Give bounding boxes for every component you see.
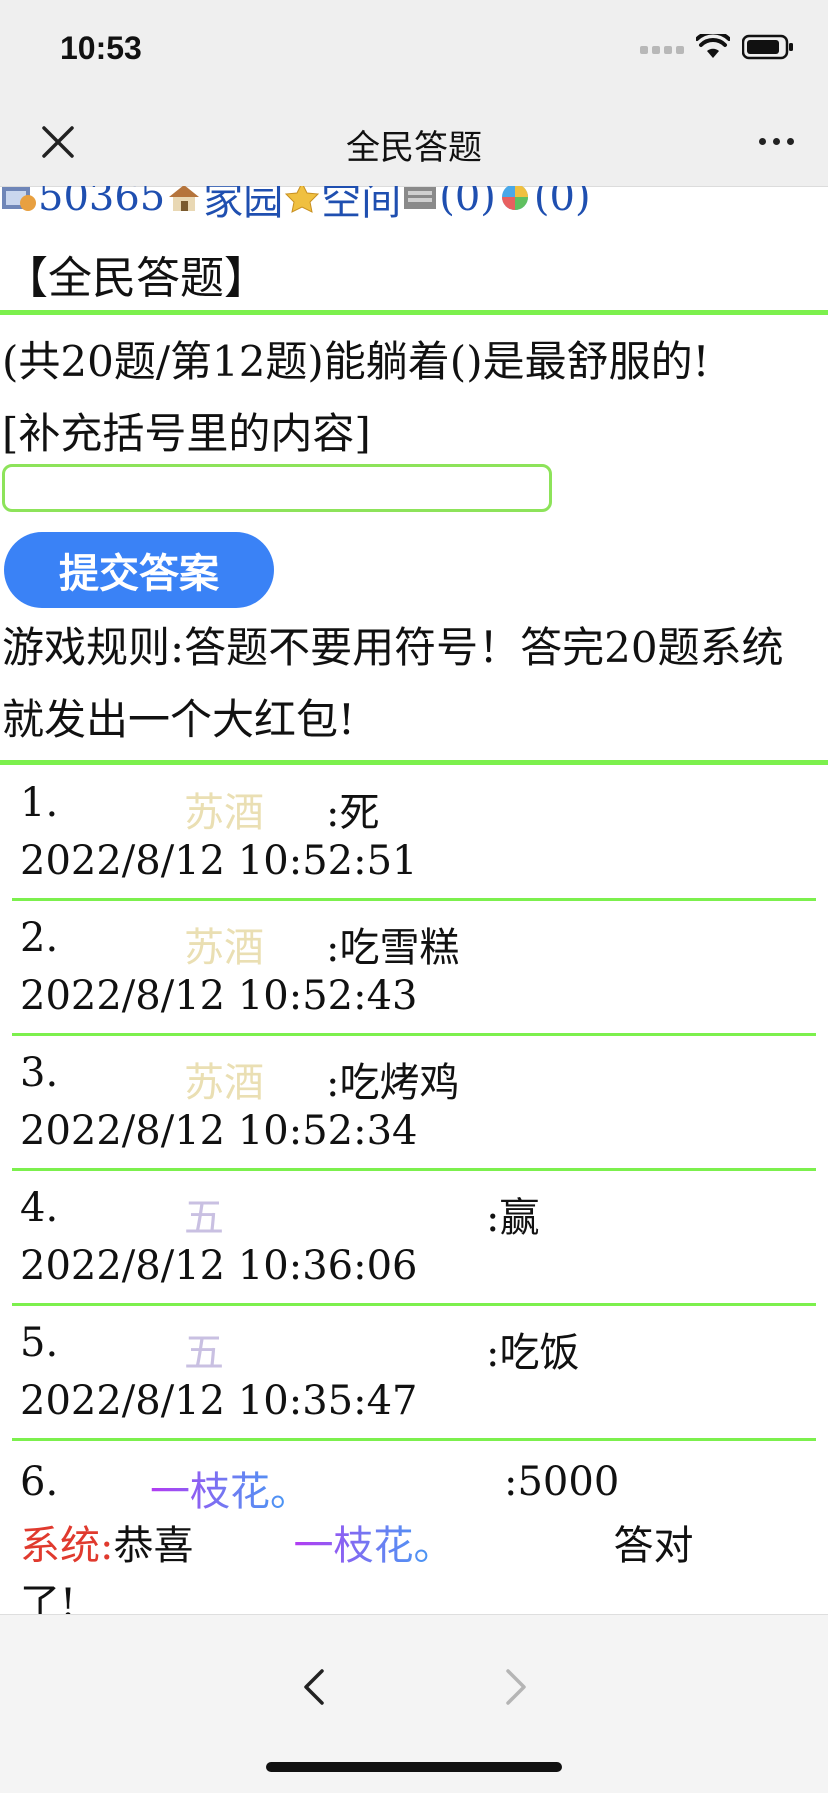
answer-text: :吃雪糕 [326, 925, 460, 971]
back-icon[interactable] [296, 1665, 332, 1709]
answer-timestamp: 2022/8/12 10:36:06 [20, 1243, 418, 1289]
home-icon [169, 186, 200, 211]
friends-icon [501, 186, 528, 210]
answer-user-name[interactable]: 五 [184, 1185, 224, 1243]
answer-text: :吃饭 [486, 1330, 580, 1376]
space-link[interactable]: 空间 [321, 186, 401, 226]
list-item: 1. 苏酒 :死 2022/8/12 10:52:51 [12, 766, 816, 901]
status-time: 10:53 [60, 30, 142, 66]
forward-icon[interactable] [498, 1665, 534, 1709]
list-item: 6. 一枝花。 :5000 系统:恭喜 一枝花。 答对 了! [12, 1441, 816, 1614]
list-item: 5. 五 :吃饭 2022/8/12 10:35:47 [12, 1306, 816, 1441]
question-hint: [补充括号里的内容] [2, 409, 371, 458]
friend-count-link[interactable]: (0) [534, 186, 591, 220]
answer-timestamp: 2022/8/12 10:52:43 [20, 973, 418, 1019]
answer-number: 1. [20, 780, 59, 826]
nav-bar: 全民答题 [0, 98, 828, 187]
answer-number: 5. [20, 1320, 59, 1366]
home-indicator [266, 1762, 562, 1772]
game-rules: 游戏规则:答题不要用符号！答完20题系统就发出一个大红包! [2, 623, 784, 744]
status-icons [640, 34, 794, 60]
question-block: (共20题/第12题)能躺着()是最舒服的! [补充括号里的内容] [2, 326, 822, 470]
list-item: 3. 苏酒 :吃烤鸡 2022/8/12 10:52:34 [12, 1036, 816, 1171]
correct-text: 答对 [613, 1523, 694, 1569]
answer-user-name[interactable]: 苏酒 [184, 1050, 264, 1108]
congrats-text: 恭喜 [113, 1523, 194, 1569]
battery-icon [742, 34, 793, 60]
answer-user-name[interactable]: 一枝花。 [150, 1459, 310, 1517]
wifi-icon [696, 34, 730, 58]
status-bar: 10:53 [0, 0, 828, 98]
message-count-link[interactable]: (0) [439, 186, 496, 220]
answer-text: :赢 [486, 1195, 540, 1241]
answer-input[interactable] [2, 464, 552, 512]
page-title: 全民答题 [346, 128, 482, 168]
more-icon[interactable] [759, 138, 794, 145]
list-item: 2. 苏酒 :吃雪糕 2022/8/12 10:52:43 [12, 901, 816, 1036]
answer-timestamp: 2022/8/12 10:52:51 [20, 838, 418, 884]
mailbox-icon [404, 187, 437, 209]
system-label: 系统: [20, 1523, 114, 1569]
system-message: 系统:恭喜 一枝花。 答对了! [20, 1517, 810, 1614]
user-id-link[interactable]: 50365 [38, 186, 165, 220]
home-link[interactable]: 家园 [203, 186, 283, 226]
answer-user-name[interactable]: 苏酒 [184, 915, 264, 973]
divider [0, 310, 828, 315]
answer-user-name[interactable]: 苏酒 [184, 780, 264, 838]
answer-number: 6. [20, 1459, 59, 1505]
submit-answer-button[interactable]: 提交答案 [4, 532, 274, 608]
answer-text: :5000 [504, 1459, 620, 1505]
answer-timestamp: 2022/8/12 10:35:47 [20, 1378, 418, 1424]
answer-text: :死 [326, 790, 380, 836]
space-icon [285, 186, 320, 213]
signal-icon [640, 46, 684, 54]
answer-text: :吃烤鸡 [326, 1060, 460, 1106]
user-avatar-icon [2, 187, 36, 211]
answer-timestamp: 2022/8/12 10:52:34 [20, 1108, 418, 1154]
answer-number: 3. [20, 1050, 59, 1096]
question-text: (共20题/第12题)能躺着()是最舒服的! [2, 337, 710, 386]
divider [0, 760, 828, 765]
answer-number: 4. [20, 1185, 59, 1231]
user-info-line: 50365 家园 空间 (0) (0) [0, 186, 591, 224]
answer-list: 1. 苏酒 :死 2022/8/12 10:52:51 2. 苏酒 :吃雪糕 2… [12, 766, 816, 1614]
answer-number: 2. [20, 915, 59, 961]
answer-user-name[interactable]: 五 [184, 1320, 224, 1378]
page-heading: 【全民答题】 [4, 253, 268, 304]
correct-tail-text: 了! [20, 1581, 77, 1614]
winner-name[interactable]: 一枝花。 [293, 1523, 453, 1569]
main-content: 50365 家园 空间 (0) (0) 【全民答题】 (共20题/第12题)能躺… [0, 186, 828, 1614]
list-item: 4. 五 :赢 2022/8/12 10:36:06 [12, 1171, 816, 1306]
